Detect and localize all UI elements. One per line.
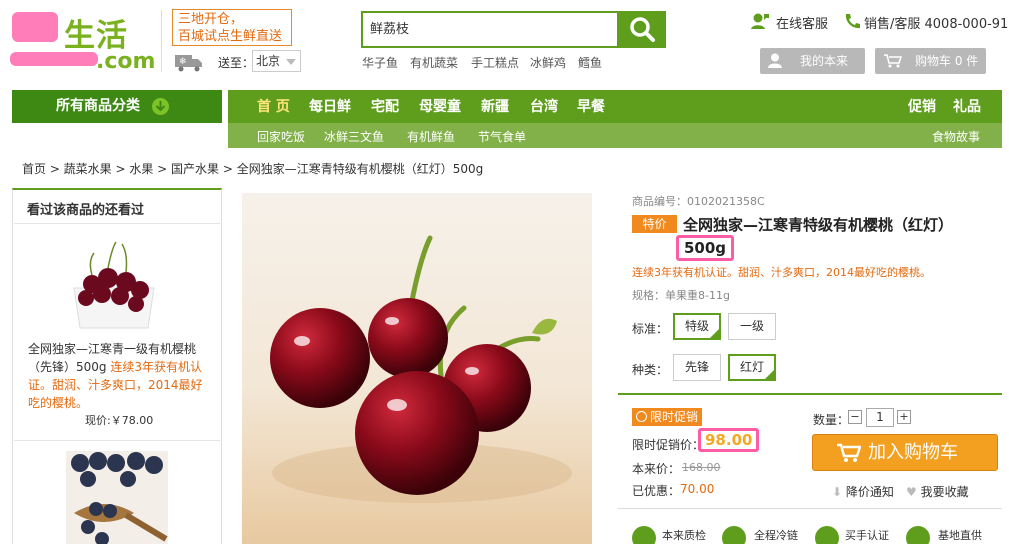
promo-banner[interactable]: 三地开仓， 百城试点生鲜直送 xyxy=(172,9,292,46)
product-main-image[interactable] xyxy=(242,193,592,544)
badge-label: 本来质检 xyxy=(662,529,706,542)
arrow-down-icon xyxy=(152,98,169,115)
recommended-product-name[interactable]: 全网独家—江寒青一级有机樱桃（先锋）500g 连续3年获有机认证。甜润、汁多爽口… xyxy=(28,340,208,412)
subnav-item[interactable]: 回家吃饭 xyxy=(257,128,305,145)
nav-taiwan[interactable]: 台湾 xyxy=(530,96,558,116)
original-price: 168.00 xyxy=(682,461,721,474)
subnav-item[interactable]: 节气食单 xyxy=(478,128,526,145)
search-icon xyxy=(630,17,655,42)
divider xyxy=(618,393,1002,395)
add-to-cart-button[interactable]: 加入购物车 xyxy=(812,434,998,471)
nav-daily-fresh[interactable]: 每日鲜 xyxy=(309,96,351,116)
badge-label: 基地直供 xyxy=(938,529,982,542)
type-label: 种类： xyxy=(632,363,669,377)
nav-home[interactable]: 首 页 xyxy=(257,96,290,116)
product-slogan: 连续3年获有机认证。甜润、汁多爽口，2014最好吃的樱桃。 xyxy=(632,266,931,279)
svg-text:❄: ❄ xyxy=(179,57,187,67)
hot-keyword[interactable]: 华子鱼 xyxy=(362,54,398,71)
flash-sale-badge: 限时促销 xyxy=(632,408,702,426)
hot-keyword[interactable]: 冰鲜鸡 xyxy=(530,54,566,71)
nav-xinjiang[interactable]: 新疆 xyxy=(481,96,509,116)
subnav-item[interactable]: 冰鲜三文鱼 xyxy=(324,128,384,145)
heart-icon: ♥ xyxy=(906,485,921,499)
cold-chain-icon xyxy=(722,526,746,544)
my-account-button[interactable]: 我的本来 xyxy=(760,48,865,74)
type-option-hongdeng[interactable]: 红灯 xyxy=(728,354,776,381)
all-categories-button[interactable]: 所有商品分类 xyxy=(12,90,222,123)
breadcrumb[interactable]: 首页 > 蔬菜水果 > 水果 > 国产水果 > 全网独家—江寒青特级有机樱桃（红… xyxy=(22,160,483,177)
quantity-increase-button[interactable]: + xyxy=(897,410,911,424)
direct-farm-icon xyxy=(906,526,930,544)
price-alert-link[interactable]: ⬇ 降价通知 xyxy=(832,483,894,500)
search-button[interactable] xyxy=(619,11,666,48)
buyer-certified-icon xyxy=(815,526,839,544)
city-select[interactable]: 北京 xyxy=(252,50,301,72)
divider xyxy=(618,508,1002,509)
type-option-xianfeng[interactable]: 先锋 xyxy=(673,354,721,381)
product-sku: 商品编号：0102021358C xyxy=(632,195,765,208)
logo-domain: .com xyxy=(96,49,156,74)
nav-baby[interactable]: 母婴童 xyxy=(419,96,461,116)
recommended-product-image[interactable] xyxy=(66,236,162,334)
hot-keyword[interactable]: 手工糕点 xyxy=(471,54,519,71)
favorite-link[interactable]: ♥ 我要收藏 xyxy=(906,483,969,500)
saved-label: 已优惠： xyxy=(632,484,681,498)
cart-icon xyxy=(837,443,861,462)
badge-label: 全程冷链 xyxy=(754,529,798,542)
quantity-decrease-button[interactable]: − xyxy=(848,410,862,424)
search-input[interactable]: 鲜荔枝 xyxy=(361,11,619,48)
panel-title: 看过该商品的还看过 xyxy=(27,203,145,218)
product-title: 全网独家—江寒青特级有机樱桃（红灯） xyxy=(683,216,954,234)
subnav-food-stories[interactable]: 食物故事 xyxy=(932,128,980,145)
nav-breakfast[interactable]: 早餐 xyxy=(577,96,605,116)
recommended-product-image-2[interactable] xyxy=(66,451,168,544)
product-spec: 规格：单果重8-11g xyxy=(632,289,730,302)
grade-option-first[interactable]: 一级 xyxy=(728,313,776,340)
grade-label: 标准： xyxy=(632,322,669,336)
special-price-badge: 特价 xyxy=(632,215,677,233)
quantity-input[interactable]: 1 xyxy=(866,408,894,427)
cart-icon xyxy=(884,54,902,68)
clock-icon xyxy=(636,411,647,422)
recommended-product-price: 现价:￥78.00 xyxy=(85,414,154,427)
cart-button[interactable]: 购物车 0 件 xyxy=(875,48,986,74)
customer-service-icon xyxy=(751,13,769,29)
sales-hotline: 销售/客服 4008-000-917 xyxy=(864,17,1009,32)
product-weight: 500g xyxy=(676,235,735,261)
nav-gifts[interactable]: 礼品 xyxy=(953,96,981,116)
promo-price-label: 限时促销价： xyxy=(632,438,705,452)
phone-icon xyxy=(845,14,860,29)
header-divider xyxy=(161,10,162,72)
badge-label: 买手认证 xyxy=(845,529,889,542)
ship-to-label: 送至： xyxy=(218,56,255,70)
quantity-label: 数量： xyxy=(813,413,850,427)
quality-check-icon xyxy=(632,526,656,544)
hot-keyword[interactable]: 有机蔬菜 xyxy=(410,54,458,71)
chevron-down-icon xyxy=(286,59,296,65)
original-price-label: 本来价： xyxy=(632,462,681,476)
nav-promotion[interactable]: 促销 xyxy=(908,96,936,116)
saved-amount: 70.00 xyxy=(680,482,715,496)
user-icon xyxy=(768,53,782,68)
divider xyxy=(14,440,220,441)
subnav-item[interactable]: 有机鲜鱼 xyxy=(407,128,455,145)
online-service-link[interactable]: 在线客服 xyxy=(776,13,828,32)
hot-keyword[interactable]: 鳕鱼 xyxy=(578,54,602,71)
nav-delivery[interactable]: 宅配 xyxy=(371,96,399,116)
divider xyxy=(14,223,220,224)
delivery-truck-icon: ❄ xyxy=(175,55,202,72)
promo-price: 98.00 xyxy=(698,428,760,452)
grade-option-premium[interactable]: 特级 xyxy=(673,313,721,340)
